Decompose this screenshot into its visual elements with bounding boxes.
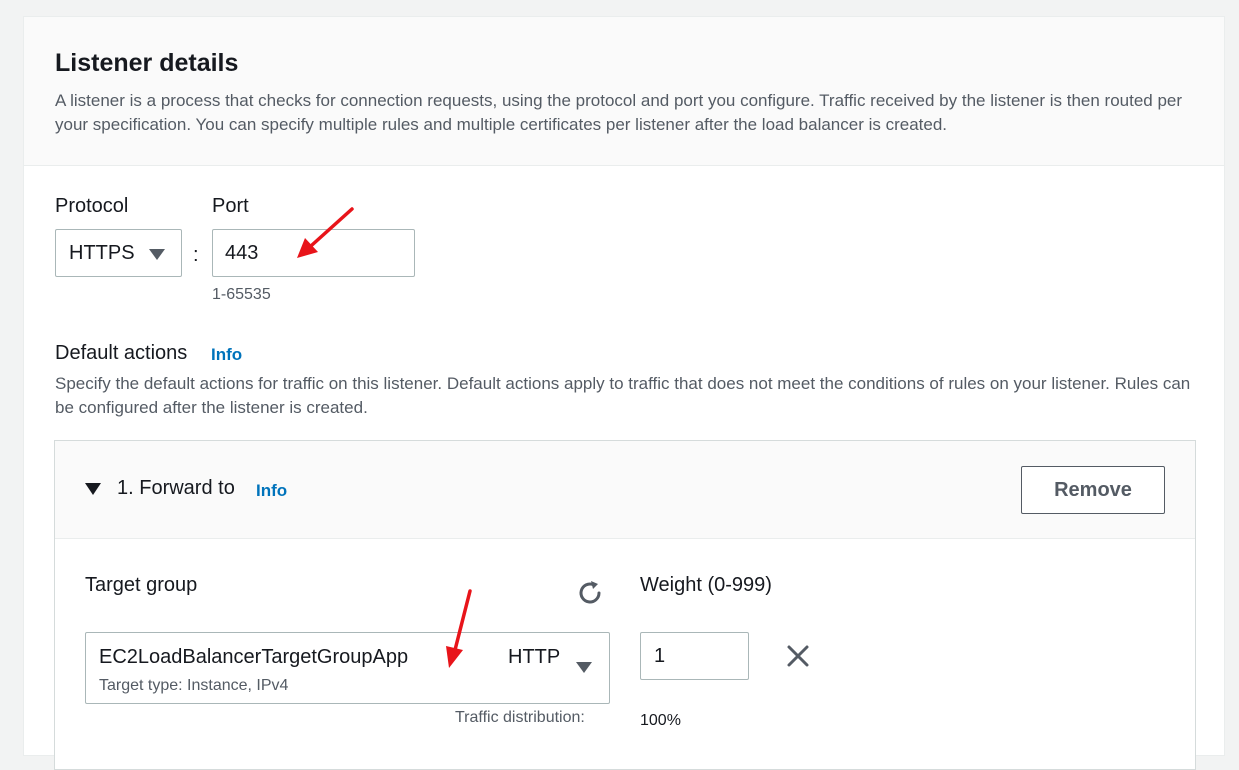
caret-down-icon [576,662,592,673]
refresh-icon[interactable] [575,578,605,608]
expand-triangle-icon[interactable] [85,483,101,495]
target-group-select[interactable]: EC2LoadBalancerTargetGroupApp HTTP Targe… [85,632,610,704]
protocol-value: HTTPS [69,242,135,264]
default-actions-description: Specify the default actions for traffic … [55,374,1191,417]
port-range-hint: 1-65535 [212,286,271,303]
protocol-port-separator: : [193,244,199,266]
target-type: Target type: Instance, IPv4 [99,677,289,694]
forward-to-title: 1. Forward to [117,477,235,499]
protocol-select[interactable]: HTTPS [55,229,182,277]
listener-details-description: A listener is a process that checks for … [55,91,1183,134]
caret-down-icon [149,249,165,260]
forward-action-header: 1. Forward to Info Remove [55,441,1195,539]
target-group-label: Target group [85,574,198,596]
listener-details-title: Listener details [55,49,239,77]
forward-action-container: 1. Forward to Info Remove Target group W… [54,440,1196,770]
target-group-protocol: HTTP [508,646,561,668]
port-input[interactable] [212,229,415,277]
traffic-distribution-value: 100% [640,712,681,729]
traffic-distribution-label: Traffic distribution: [455,709,585,726]
weight-label: Weight (0-999) [640,574,772,596]
forward-info-link[interactable]: Info [256,481,287,501]
close-icon[interactable] [786,644,810,668]
weight-input[interactable] [640,632,749,680]
protocol-label: Protocol [55,195,129,217]
panel-header: Listener details A listener is a process… [24,17,1224,166]
remove-button[interactable]: Remove [1021,466,1165,514]
default-actions-label: Default actions [55,342,188,364]
port-label: Port [212,195,249,217]
default-actions-info-link[interactable]: Info [211,345,242,365]
listener-details-panel: Listener details A listener is a process… [23,16,1225,770]
target-group-name: EC2LoadBalancerTargetGroupApp [99,646,409,668]
